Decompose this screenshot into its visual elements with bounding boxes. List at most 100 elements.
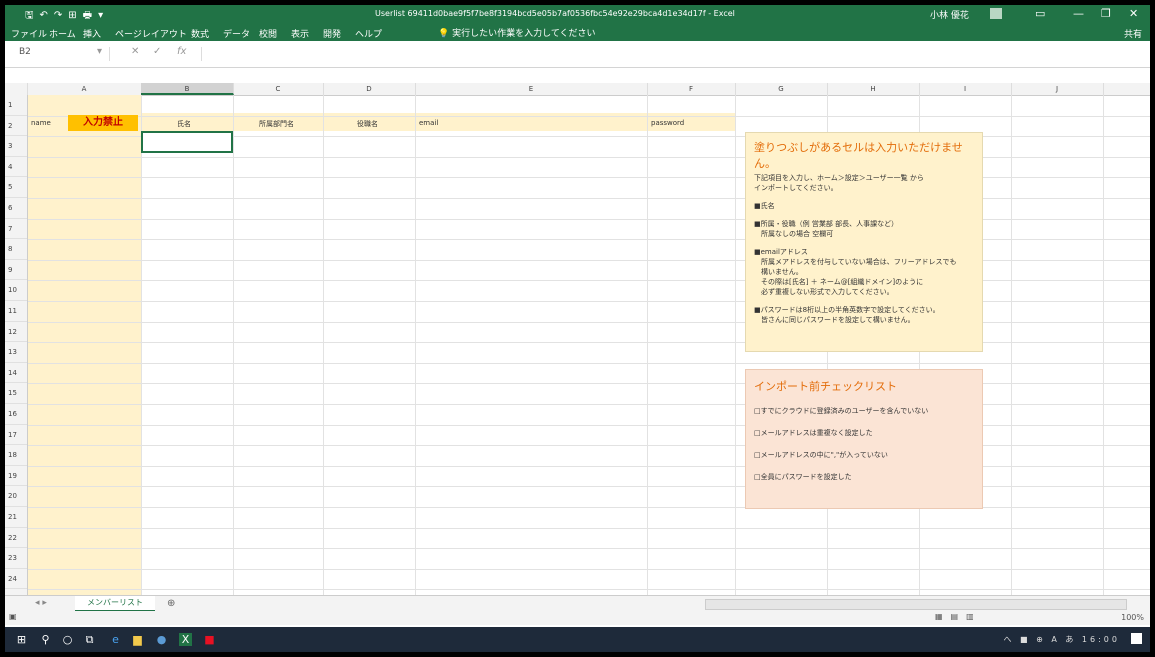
- row-header[interactable]: 6: [5, 198, 27, 219]
- column-gridline: [647, 95, 648, 595]
- row-gridline: [27, 362, 1150, 364]
- tab-help[interactable]: ヘルプ: [355, 27, 382, 40]
- column-header-g[interactable]: G: [735, 83, 828, 95]
- row-header[interactable]: 7: [5, 219, 27, 240]
- avatar[interactable]: [990, 8, 1002, 19]
- row-header[interactable]: 20: [5, 486, 27, 507]
- app-icon[interactable]: ■: [203, 633, 216, 646]
- column-gridline: [1103, 95, 1104, 595]
- row-header[interactable]: 2: [5, 116, 27, 137]
- row-header[interactable]: 13: [5, 342, 27, 363]
- row-gridline: [27, 589, 1150, 591]
- ribbon-display-icon[interactable]: ▭: [1035, 7, 1045, 20]
- tell-me-search[interactable]: 💡 実行したい作業を入力してください: [438, 26, 596, 39]
- chevron-down-icon[interactable]: ▾: [97, 46, 102, 57]
- select-all-corner[interactable]: [5, 83, 28, 95]
- insert-function-icon[interactable]: fx: [177, 46, 186, 57]
- row-header[interactable]: 4: [5, 157, 27, 178]
- tab-file[interactable]: ファイル: [11, 27, 47, 40]
- sheet-nav-arrows[interactable]: ◂ ▸: [35, 598, 47, 608]
- row-header[interactable]: 23: [5, 548, 27, 569]
- row-header[interactable]: 11: [5, 301, 27, 322]
- row-header[interactable]: 14: [5, 363, 27, 384]
- cortana-icon[interactable]: ○: [61, 633, 74, 646]
- row-header[interactable]: 22: [5, 528, 27, 549]
- cell-f1-password[interactable]: password: [651, 119, 684, 127]
- row-header[interactable]: 9: [5, 260, 27, 281]
- instructions-heading: 塗りつぶしがあるセルは入力いただけません。: [754, 141, 963, 170]
- notification-icon[interactable]: [1131, 633, 1142, 644]
- tab-page-layout[interactable]: ページレイアウト: [115, 27, 187, 40]
- instructions-box[interactable]: 塗りつぶしがあるセルは入力いただけません。 下記項目を入力し、ホーム＞設定＞ユー…: [745, 132, 983, 352]
- instructions-line: 構いません。: [754, 268, 803, 276]
- row-header[interactable]: 10: [5, 280, 27, 301]
- row-header[interactable]: 3: [5, 136, 27, 157]
- selected-cell-b2[interactable]: [141, 131, 233, 153]
- row-header[interactable]: 16: [5, 404, 27, 425]
- horizontal-scrollbar[interactable]: [705, 599, 1127, 610]
- column-header-c[interactable]: C: [233, 83, 324, 95]
- column-gridline: [141, 95, 142, 595]
- sheet-tab-member-list[interactable]: メンバーリスト: [75, 596, 155, 612]
- zoom-level[interactable]: 100%: [1121, 613, 1144, 622]
- row-headers: 1 2 3 4 5 6 7 8 9 10 11 12 13 14 15 16 17 18 19 20 21 22 23 24: [5, 95, 28, 595]
- macro-record-icon[interactable]: ▣: [9, 612, 17, 621]
- task-view-icon[interactable]: ⧉: [83, 633, 96, 646]
- column-header-h[interactable]: H: [827, 83, 920, 95]
- windows-start-icon[interactable]: ⊞: [15, 633, 28, 646]
- column-header-i[interactable]: I: [919, 83, 1012, 95]
- tab-view[interactable]: 表示: [291, 27, 309, 40]
- row-header[interactable]: 17: [5, 425, 27, 446]
- user-name[interactable]: 小林 優花: [930, 8, 969, 21]
- system-tray[interactable]: へ ■ ⊕ A あ 16:00: [1003, 634, 1120, 645]
- row-gridline: [27, 115, 1150, 117]
- import-checklist-box[interactable]: インポート前チェックリスト □すでにクラウドに登録済みのユーザーを含んでいない …: [745, 369, 983, 509]
- tab-home[interactable]: ホーム: [49, 27, 76, 40]
- row-header[interactable]: 15: [5, 383, 27, 404]
- column-header-d[interactable]: D: [323, 83, 416, 95]
- column-header-j[interactable]: J: [1011, 83, 1104, 95]
- column-header-b[interactable]: B: [141, 83, 234, 95]
- tab-review[interactable]: 校閲: [259, 27, 277, 40]
- row-header[interactable]: 18: [5, 445, 27, 466]
- explorer-icon[interactable]: ▆: [131, 633, 144, 646]
- column-gridline: [1011, 95, 1012, 595]
- tab-insert[interactable]: 挿入: [83, 27, 101, 40]
- column-header-a[interactable]: A: [27, 83, 142, 95]
- column-header-e[interactable]: E: [415, 83, 648, 95]
- cell-c1-department[interactable]: 所属部門名: [259, 119, 294, 129]
- enter-icon[interactable]: ✓: [153, 46, 161, 57]
- tab-data[interactable]: データ: [223, 27, 250, 40]
- search-icon[interactable]: ⚲: [39, 633, 52, 646]
- row-header[interactable]: 19: [5, 466, 27, 487]
- cell-e1-email[interactable]: email: [419, 119, 438, 127]
- cell-d1-position[interactable]: 役職名: [357, 119, 378, 129]
- close-button[interactable]: ✕: [1129, 7, 1138, 20]
- cancel-icon[interactable]: ✕: [131, 46, 139, 57]
- row-header[interactable]: 12: [5, 322, 27, 343]
- row-header[interactable]: 8: [5, 239, 27, 260]
- excel-taskbar-icon[interactable]: X: [179, 633, 192, 646]
- column-header-f[interactable]: F: [647, 83, 736, 95]
- view-buttons[interactable]: ▦▤▥: [935, 612, 982, 621]
- share-button[interactable]: 共有: [1124, 27, 1142, 40]
- instructions-line: 下記項目を入力し、ホーム＞設定＞ユーザー一覧 から: [754, 174, 924, 182]
- row-header[interactable]: 24: [5, 569, 27, 590]
- cell-a1-name[interactable]: name: [31, 119, 51, 127]
- formula-input[interactable]: [201, 47, 1132, 61]
- tab-formulas[interactable]: 数式: [191, 27, 209, 40]
- title-bar: 🖫↶↷⊞🖶▾ Userlist 69411d0bae9f5f7be8f3194b…: [5, 5, 1150, 23]
- row-header[interactable]: 21: [5, 507, 27, 528]
- instructions-line: その際は[氏名] ＋ ネーム@[組織ドメイン]のように: [754, 278, 924, 286]
- column-headers: A B C D E F G H I J: [5, 83, 1150, 96]
- chrome-icon[interactable]: ●: [155, 633, 168, 646]
- row-header[interactable]: 1: [5, 95, 27, 116]
- minimize-button[interactable]: —: [1073, 7, 1084, 20]
- edge-icon[interactable]: e: [109, 633, 122, 646]
- cell-b1-fullname[interactable]: 氏名: [177, 119, 191, 129]
- add-sheet-icon[interactable]: ⊕: [167, 598, 175, 609]
- row-header[interactable]: 5: [5, 177, 27, 198]
- instructions-line: [754, 297, 974, 305]
- tab-developer[interactable]: 開発: [323, 27, 341, 40]
- maximize-button[interactable]: ❐: [1101, 7, 1111, 20]
